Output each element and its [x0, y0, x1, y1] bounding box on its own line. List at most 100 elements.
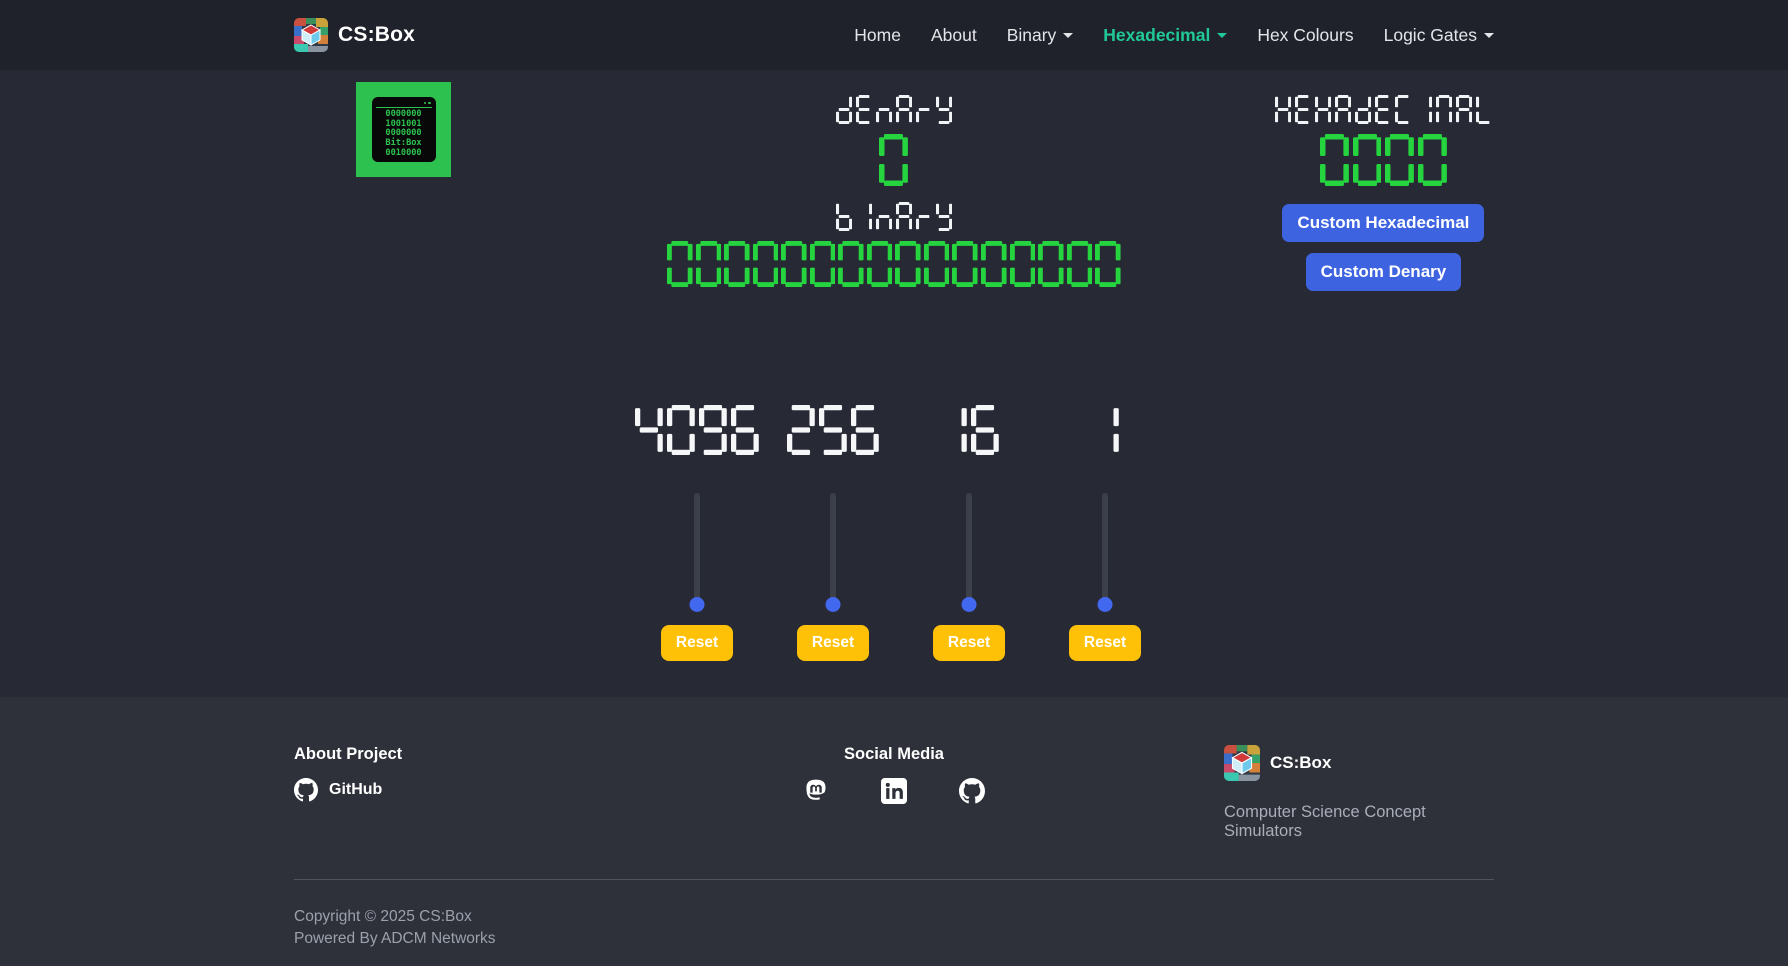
nav-item-hex-colours[interactable]: Hex Colours — [1257, 25, 1353, 46]
reset-button[interactable]: Reset — [797, 625, 869, 661]
slider-track[interactable] — [830, 493, 836, 605]
csbox-logo-icon — [294, 18, 328, 52]
custom-hexadecimal-button[interactable]: Custom Hexadecimal — [1282, 204, 1484, 242]
hex-digit-slider[interactable] — [689, 493, 705, 605]
place-value-display — [937, 405, 1001, 455]
seven-segment-char — [635, 405, 663, 455]
csbox-footer-logo-icon — [1224, 745, 1260, 781]
seven-segment-char — [781, 241, 807, 287]
slider-track[interactable] — [1102, 493, 1108, 605]
denary-display — [877, 134, 910, 186]
seven-segment-char — [939, 405, 967, 455]
place-value-display — [633, 405, 760, 455]
github-icon — [294, 778, 318, 802]
brand-title: CS:Box — [338, 23, 415, 47]
seven-segment-char — [896, 95, 912, 124]
about-project-heading: About Project — [294, 745, 694, 764]
seven-segment-char — [724, 241, 750, 287]
seven-segment-char — [1353, 134, 1382, 186]
hex-digit-slider[interactable] — [1097, 493, 1113, 605]
github-link[interactable]: GitHub — [294, 778, 694, 802]
hex-digit-slider[interactable] — [825, 493, 841, 605]
github-icon[interactable] — [959, 778, 985, 804]
slider-thumb[interactable] — [826, 597, 841, 612]
nav-item-about[interactable]: About — [931, 25, 977, 46]
binary-display — [666, 241, 1123, 287]
hexadecimal-label — [1273, 95, 1494, 124]
footer-divider — [294, 879, 1494, 880]
seven-segment-char — [851, 405, 879, 455]
denary-label — [834, 95, 955, 124]
seven-segment-char — [699, 405, 727, 455]
bitbox-logo: 000000010010010000000Bit:Box0010000 — [356, 82, 451, 177]
nav-item-logic-gates[interactable]: Logic Gates — [1384, 25, 1494, 46]
seven-segment-char — [667, 405, 695, 455]
slider-column-1: Reset — [1061, 405, 1149, 661]
seven-segment-char — [1456, 95, 1472, 124]
seven-segment-char — [1038, 241, 1064, 287]
seven-segment-char — [1010, 241, 1036, 287]
seven-segment-char — [1091, 405, 1119, 455]
reset-button[interactable]: Reset — [1069, 625, 1141, 661]
seven-segment-char — [895, 241, 921, 287]
custom-denary-button[interactable]: Custom Denary — [1306, 253, 1462, 291]
bitbox-window-graphic: 000000010010010000000Bit:Box0010000 — [372, 97, 436, 162]
slider-track[interactable] — [694, 493, 700, 605]
footer-brand-title: CS:Box — [1270, 753, 1331, 773]
powered-by-text: Powered By ADCM Networks — [294, 928, 1494, 950]
slider-column-4096: Reset — [653, 405, 741, 661]
seven-segment-char — [1295, 95, 1311, 124]
nav-item-label: Hex Colours — [1257, 25, 1353, 46]
nav-item-home[interactable]: Home — [854, 25, 901, 46]
slider-track[interactable] — [966, 493, 972, 605]
nav-item-label: Binary — [1007, 25, 1057, 46]
seven-segment-char — [836, 202, 852, 231]
reset-button[interactable]: Reset — [661, 625, 733, 661]
binary-label — [834, 202, 955, 231]
seven-segment-char — [981, 241, 1007, 287]
linkedin-icon[interactable] — [881, 778, 907, 804]
seven-segment-char — [936, 95, 952, 124]
seven-segment-char — [1375, 95, 1391, 124]
seven-segment-char — [896, 202, 912, 231]
navbar: CS:Box Home About Binary Hexadecimal Hex Col… — [0, 0, 1788, 70]
seven-segment-char — [1067, 241, 1093, 287]
footer-about-column: About Project GitHub — [294, 745, 694, 841]
footer: About Project GitHub Social Media — [0, 697, 1788, 966]
reset-button[interactable]: Reset — [933, 625, 1005, 661]
caret-down-icon — [1217, 33, 1227, 38]
github-link-label: GitHub — [329, 781, 382, 799]
slider-thumb[interactable] — [690, 597, 705, 612]
slider-column-16: Reset — [925, 405, 1013, 661]
copyright-text: Copyright © 2025 CS:Box — [294, 906, 1494, 928]
seven-segment-char — [667, 241, 693, 287]
nav-item-label: Home — [854, 25, 901, 46]
slider-thumb[interactable] — [962, 597, 977, 612]
seven-segment-char — [1416, 95, 1432, 124]
footer-brand-column: CS:Box Computer Science Concept Simulato… — [1094, 745, 1494, 841]
seven-segment-char — [916, 95, 932, 124]
seven-segment-char — [1418, 134, 1447, 186]
seven-segment-char — [1315, 95, 1331, 124]
seven-segment-char — [936, 202, 952, 231]
seven-segment-char — [876, 202, 892, 231]
brand-link[interactable]: CS:Box — [294, 18, 415, 52]
bitbox-logo-line: 0010000 — [376, 149, 432, 159]
mastodon-icon[interactable] — [803, 778, 829, 804]
footer-social-column: Social Media — [694, 745, 1094, 841]
slider-thumb[interactable] — [1098, 597, 1113, 612]
hexadecimal-display — [1318, 134, 1450, 186]
hex-digit-slider[interactable] — [961, 493, 977, 605]
seven-segment-char — [1335, 95, 1351, 124]
caret-down-icon — [1063, 33, 1073, 38]
seven-segment-char — [1395, 95, 1411, 124]
nav-item-binary[interactable]: Binary — [1007, 25, 1074, 46]
nav-item-label: About — [931, 25, 977, 46]
seven-segment-char — [787, 405, 815, 455]
nav-item-hexadecimal[interactable]: Hexadecimal — [1103, 25, 1227, 46]
seven-segment-char — [696, 241, 722, 287]
seven-segment-char — [879, 134, 908, 186]
slider-column-256: Reset — [789, 405, 877, 661]
seven-segment-char — [856, 202, 872, 231]
seven-segment-char — [836, 95, 852, 124]
